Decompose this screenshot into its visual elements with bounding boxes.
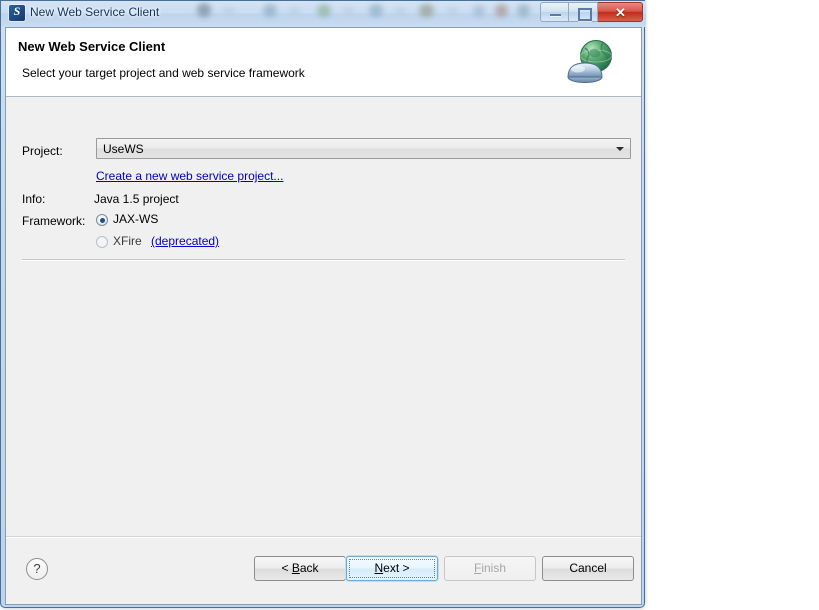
page-title: New Web Service Client (18, 39, 166, 54)
dialog-window: S New Web Service Client ✕ New Web Servi… (0, 0, 646, 608)
finish-button: Finish (444, 556, 536, 581)
glass-reflection (317, 4, 331, 17)
close-icon: ✕ (615, 5, 626, 20)
glass-reflection (447, 8, 458, 13)
back-button[interactable]: < Back (254, 556, 346, 581)
info-value: Java 1.5 project (94, 192, 179, 206)
close-button[interactable]: ✕ (598, 2, 643, 22)
help-button[interactable]: ? (26, 558, 48, 580)
project-select-value: UseWS (103, 142, 144, 156)
glass-reflection (263, 4, 277, 17)
minimize-icon (550, 14, 561, 16)
dialog-client-area: New Web Service Client Select your targe… (5, 27, 642, 605)
web-service-globe-icon (567, 40, 612, 83)
finish-button-label: Finish (473, 561, 507, 575)
glass-reflection (197, 3, 211, 17)
window-title: New Web Service Client (30, 5, 160, 19)
glass-reflection (289, 8, 300, 13)
glass-reflection (395, 8, 406, 13)
wizard-header-banner: New Web Service Client Select your targe… (6, 28, 641, 97)
glass-reflection (419, 4, 434, 17)
maximize-icon (578, 8, 592, 21)
cancel-button-label: Cancel (569, 561, 607, 575)
framework-radio-xfire-label: XFire (113, 234, 142, 248)
minimize-button[interactable] (540, 2, 569, 22)
glass-reflection (473, 5, 485, 17)
window-icon: S (9, 4, 25, 21)
glass-reflection (369, 4, 383, 17)
glass-reflection (495, 4, 508, 17)
glass-reflection (343, 8, 354, 13)
next-button-label: Next > (374, 561, 410, 575)
next-button[interactable]: Next > (346, 556, 438, 581)
window-icon-glyph: S (13, 4, 21, 18)
radio-selected-icon (96, 214, 108, 226)
title-bar[interactable]: S New Web Service Client ✕ (1, 1, 646, 27)
chevron-down-icon (616, 147, 624, 151)
window-controls: ✕ (540, 2, 643, 23)
framework-label: Framework: (22, 214, 86, 228)
page-subtitle: Select your target project and web servi… (22, 66, 305, 80)
radio-unselected-icon (96, 236, 108, 248)
framework-radio-jaxws-label: JAX-WS (113, 212, 159, 226)
section-separator (22, 259, 625, 261)
info-label: Info: (22, 192, 46, 206)
glass-reflection (517, 4, 530, 17)
glass-reflection (223, 8, 235, 13)
create-web-service-project-link[interactable]: Create a new web service project... (96, 169, 283, 183)
maximize-button[interactable] (569, 2, 598, 22)
xfire-deprecated-link[interactable]: (deprecated) (151, 234, 219, 248)
back-button-label: < Back (281, 561, 319, 575)
project-label: Project: (22, 144, 63, 158)
wizard-form: Project: UseWS Create a new web service … (6, 98, 641, 538)
cancel-button[interactable]: Cancel (542, 556, 634, 581)
dialog-button-bar: ? < Back Next > Finish Cancel (6, 536, 641, 604)
project-select[interactable]: UseWS (96, 138, 631, 159)
